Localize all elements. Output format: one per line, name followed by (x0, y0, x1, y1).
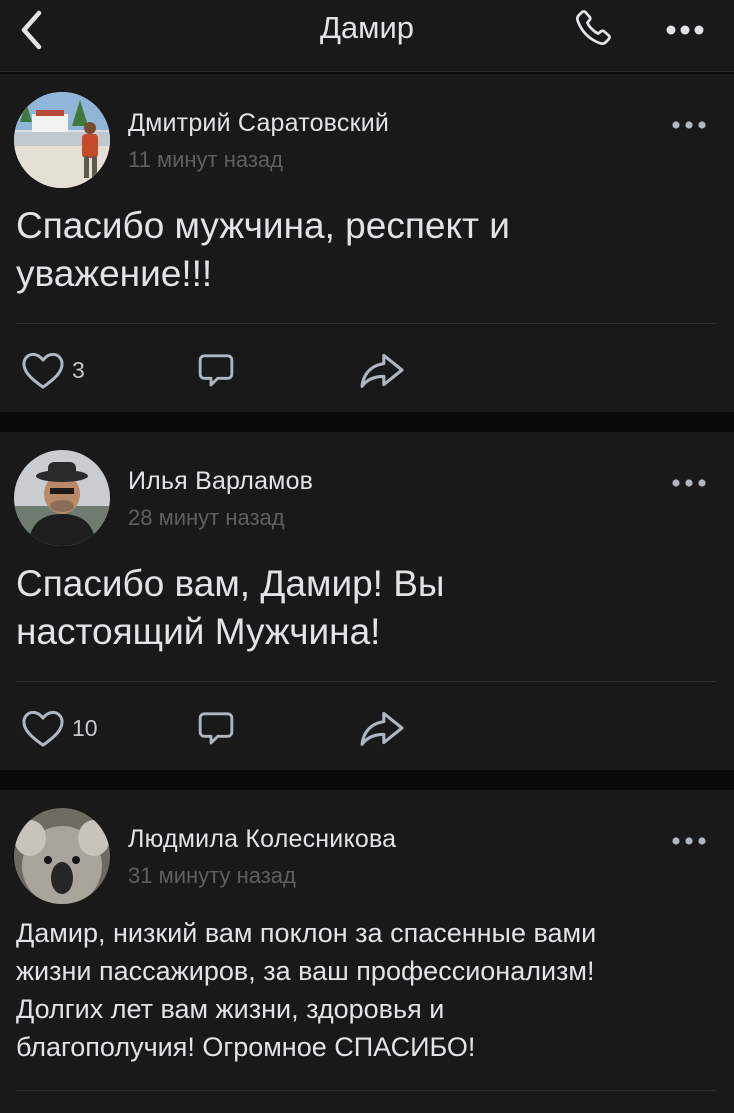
divider (16, 1090, 716, 1091)
page-title: Дамир (319, 10, 415, 45)
comment-author[interactable]: Илья Варламов (128, 466, 313, 496)
more-horizontal-icon (672, 837, 706, 845)
like-count: 10 (72, 714, 98, 741)
more-horizontal-icon (666, 25, 704, 35)
comment-icon (198, 712, 234, 745)
comment-text-line: жизни пассажиров, за ваш профессионализм… (16, 956, 595, 986)
comment-card: Илья Варламов 28 минут назад Спасибо вам… (0, 432, 734, 770)
comment-text: Спасибо вам, Дамир! Вы настоящий Мужчина… (16, 560, 718, 656)
divider (16, 323, 716, 324)
reply-button[interactable] (190, 340, 242, 400)
comment-text-line: Спасибо вам, Дамир! Вы (16, 563, 445, 604)
reply-button[interactable] (190, 698, 242, 758)
more-horizontal-icon (672, 121, 706, 129)
share-button[interactable] (354, 340, 410, 400)
comment-icon (198, 354, 234, 387)
divider (16, 681, 716, 682)
heart-icon (22, 710, 64, 747)
share-button[interactable] (354, 698, 410, 758)
comment-actions: 3 (0, 340, 734, 400)
comment-text: Спасибо мужчина, респект и уважение!!! (16, 202, 718, 298)
comment-text-line: Долгих лет вам жизни, здоровья и (16, 994, 445, 1024)
comment-more-button[interactable] (664, 110, 714, 140)
comment-text-line: благополучия! Огромное СПАСИБО! (16, 1032, 476, 1062)
like-count: 3 (72, 356, 85, 383)
avatar[interactable] (14, 92, 110, 188)
call-button[interactable] (566, 6, 618, 52)
comment-more-button[interactable] (664, 826, 714, 856)
share-icon (360, 711, 404, 746)
comment-more-button[interactable] (664, 468, 714, 498)
comment-time: 28 минут назад (128, 505, 285, 530)
share-icon (360, 353, 404, 388)
comment-text-line: Спасибо мужчина, респект и (16, 205, 510, 246)
like-button[interactable]: 3 (20, 340, 85, 400)
more-horizontal-icon (672, 479, 706, 487)
comment-text-line: настоящий Мужчина! (16, 611, 381, 652)
comment-text: Дамир, низкий вам поклон за спасенные ва… (16, 914, 718, 1066)
comment-time: 11 минут назад (128, 147, 283, 172)
like-button[interactable]: 10 (20, 698, 98, 758)
comment-card: Людмила Колесникова 31 минуту назад Дами… (0, 790, 734, 1113)
comment-text-line: уважение!!! (16, 253, 213, 294)
comment-time: 31 минуту назад (128, 863, 296, 888)
heart-icon (22, 352, 64, 389)
comment-author[interactable]: Дмитрий Саратовский (128, 108, 389, 138)
phone-icon (576, 10, 611, 45)
comment-card: Дмитрий Саратовский 11 минут назад Спаси… (0, 74, 734, 412)
comment-actions: 10 (0, 698, 734, 758)
more-menu-button[interactable] (660, 10, 710, 50)
comment-text-line: Дамир, низкий вам поклон за спасенные ва… (16, 918, 597, 948)
avatar[interactable] (14, 450, 110, 546)
top-bar: Дамир (0, 0, 734, 72)
avatar[interactable] (14, 808, 110, 904)
comment-author[interactable]: Людмила Колесникова (128, 824, 396, 854)
